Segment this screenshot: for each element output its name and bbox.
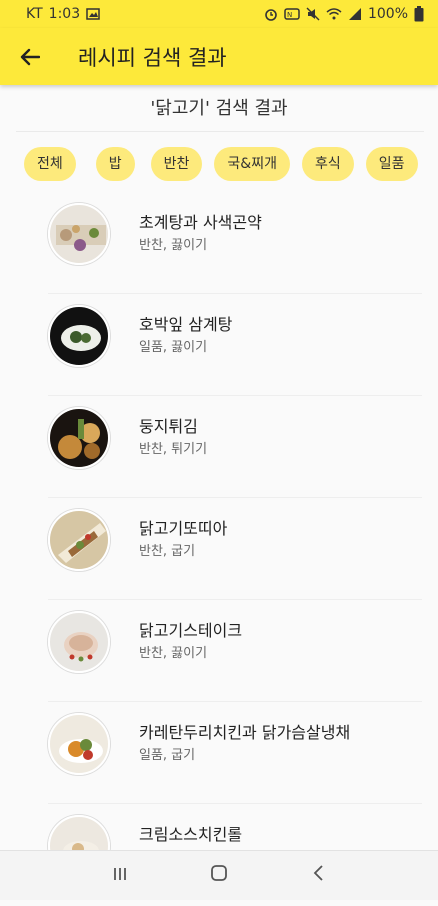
recipe-title: 크림소스치킨롤 <box>139 825 243 844</box>
recipe-category: 반찬, 굽기 <box>139 544 196 559</box>
system-nav-bar <box>0 850 438 900</box>
image-notification-icon <box>86 8 100 20</box>
chip-side-dish[interactable]: 반찬 <box>150 147 203 181</box>
recipe-title: 닭고기또띠아 <box>139 519 228 538</box>
recipe-thumbnail <box>48 611 110 673</box>
recipe-thumbnail <box>48 713 110 775</box>
wifi-icon <box>326 8 342 20</box>
alarm-icon <box>265 9 277 21</box>
list-item[interactable]: 닭고기스테이크 반찬, 끓이기 <box>0 600 438 702</box>
recipe-category: 반찬, 튀기기 <box>139 442 208 457</box>
recipe-thumbnail <box>48 407 110 469</box>
list-item[interactable]: 초계탕과 사색곤약 반찬, 끓이기 <box>0 192 438 294</box>
recents-icon <box>113 868 126 880</box>
recipe-title: 초계탕과 사색곤약 <box>139 213 262 232</box>
recipe-title: 호박잎 삼계탕 <box>139 315 233 334</box>
status-right: N 100% <box>264 6 424 22</box>
nav-back-button[interactable] <box>298 863 338 888</box>
arrow-left-icon <box>20 48 40 65</box>
recipe-category: 반찬, 끓이기 <box>139 646 208 661</box>
recipe-thumbnail <box>48 305 110 367</box>
back-button[interactable] <box>0 28 60 85</box>
recipe-thumbnail <box>48 203 110 265</box>
chip-main-dish[interactable]: 일품 <box>365 147 418 181</box>
list-item[interactable]: 닭고기또띠아 반찬, 굽기 <box>0 498 438 600</box>
home-icon <box>211 865 227 881</box>
time-label: 1:03 <box>48 6 81 22</box>
app-bar: 레시피 검색 결과 <box>0 28 438 85</box>
chip-rice[interactable]: 밥 <box>95 147 135 181</box>
recipe-category: 반찬, 끓이기 <box>139 238 208 253</box>
category-chips: 전체 밥 반찬 국&찌개 후식 일품 <box>24 147 418 181</box>
page-title: 레시피 검색 결과 <box>78 45 227 70</box>
chip-soup-stew[interactable]: 국&찌개 <box>214 147 290 181</box>
recipe-list: 초계탕과 사색곤약 반찬, 끓이기 호박잎 삼계탕 일품, 끓이기 둥지튀김 반… <box>0 192 438 906</box>
mute-icon <box>306 7 320 21</box>
home-button[interactable] <box>199 863 239 888</box>
recipe-title: 닭고기스테이크 <box>139 621 243 640</box>
status-bar: KT 1:03 N 100% <box>0 0 438 28</box>
recipe-thumbnail <box>48 509 110 571</box>
list-item[interactable]: 카레탄두리치킨과 닭가슴살냉채 일품, 굽기 <box>0 702 438 804</box>
chevron-left-icon <box>314 865 323 881</box>
list-item[interactable]: 둥지튀김 반찬, 튀기기 <box>0 396 438 498</box>
recipe-category: 일품, 끓이기 <box>139 340 208 355</box>
chip-all[interactable]: 전체 <box>24 147 76 181</box>
svg-text:N: N <box>287 11 292 19</box>
chip-dessert[interactable]: 후식 <box>301 147 354 181</box>
recents-button[interactable] <box>100 863 140 888</box>
recipe-title: 둥지튀김 <box>139 417 198 436</box>
recipe-category: 일품, 굽기 <box>139 748 196 763</box>
list-item[interactable]: 호박잎 삼계탕 일품, 끓이기 <box>0 294 438 396</box>
nfc-icon: N <box>284 8 300 20</box>
battery-label: 100% <box>367 6 408 22</box>
recipe-title: 카레탄두리치킨과 닭가슴살냉채 <box>139 723 351 742</box>
battery-icon <box>414 6 424 22</box>
signal-icon <box>348 8 361 20</box>
status-left: KT 1:03 <box>26 6 100 22</box>
search-result-header: '닭고기' 검색 결과 <box>150 98 288 119</box>
carrier-label: KT <box>26 6 43 22</box>
header-divider <box>16 131 424 132</box>
